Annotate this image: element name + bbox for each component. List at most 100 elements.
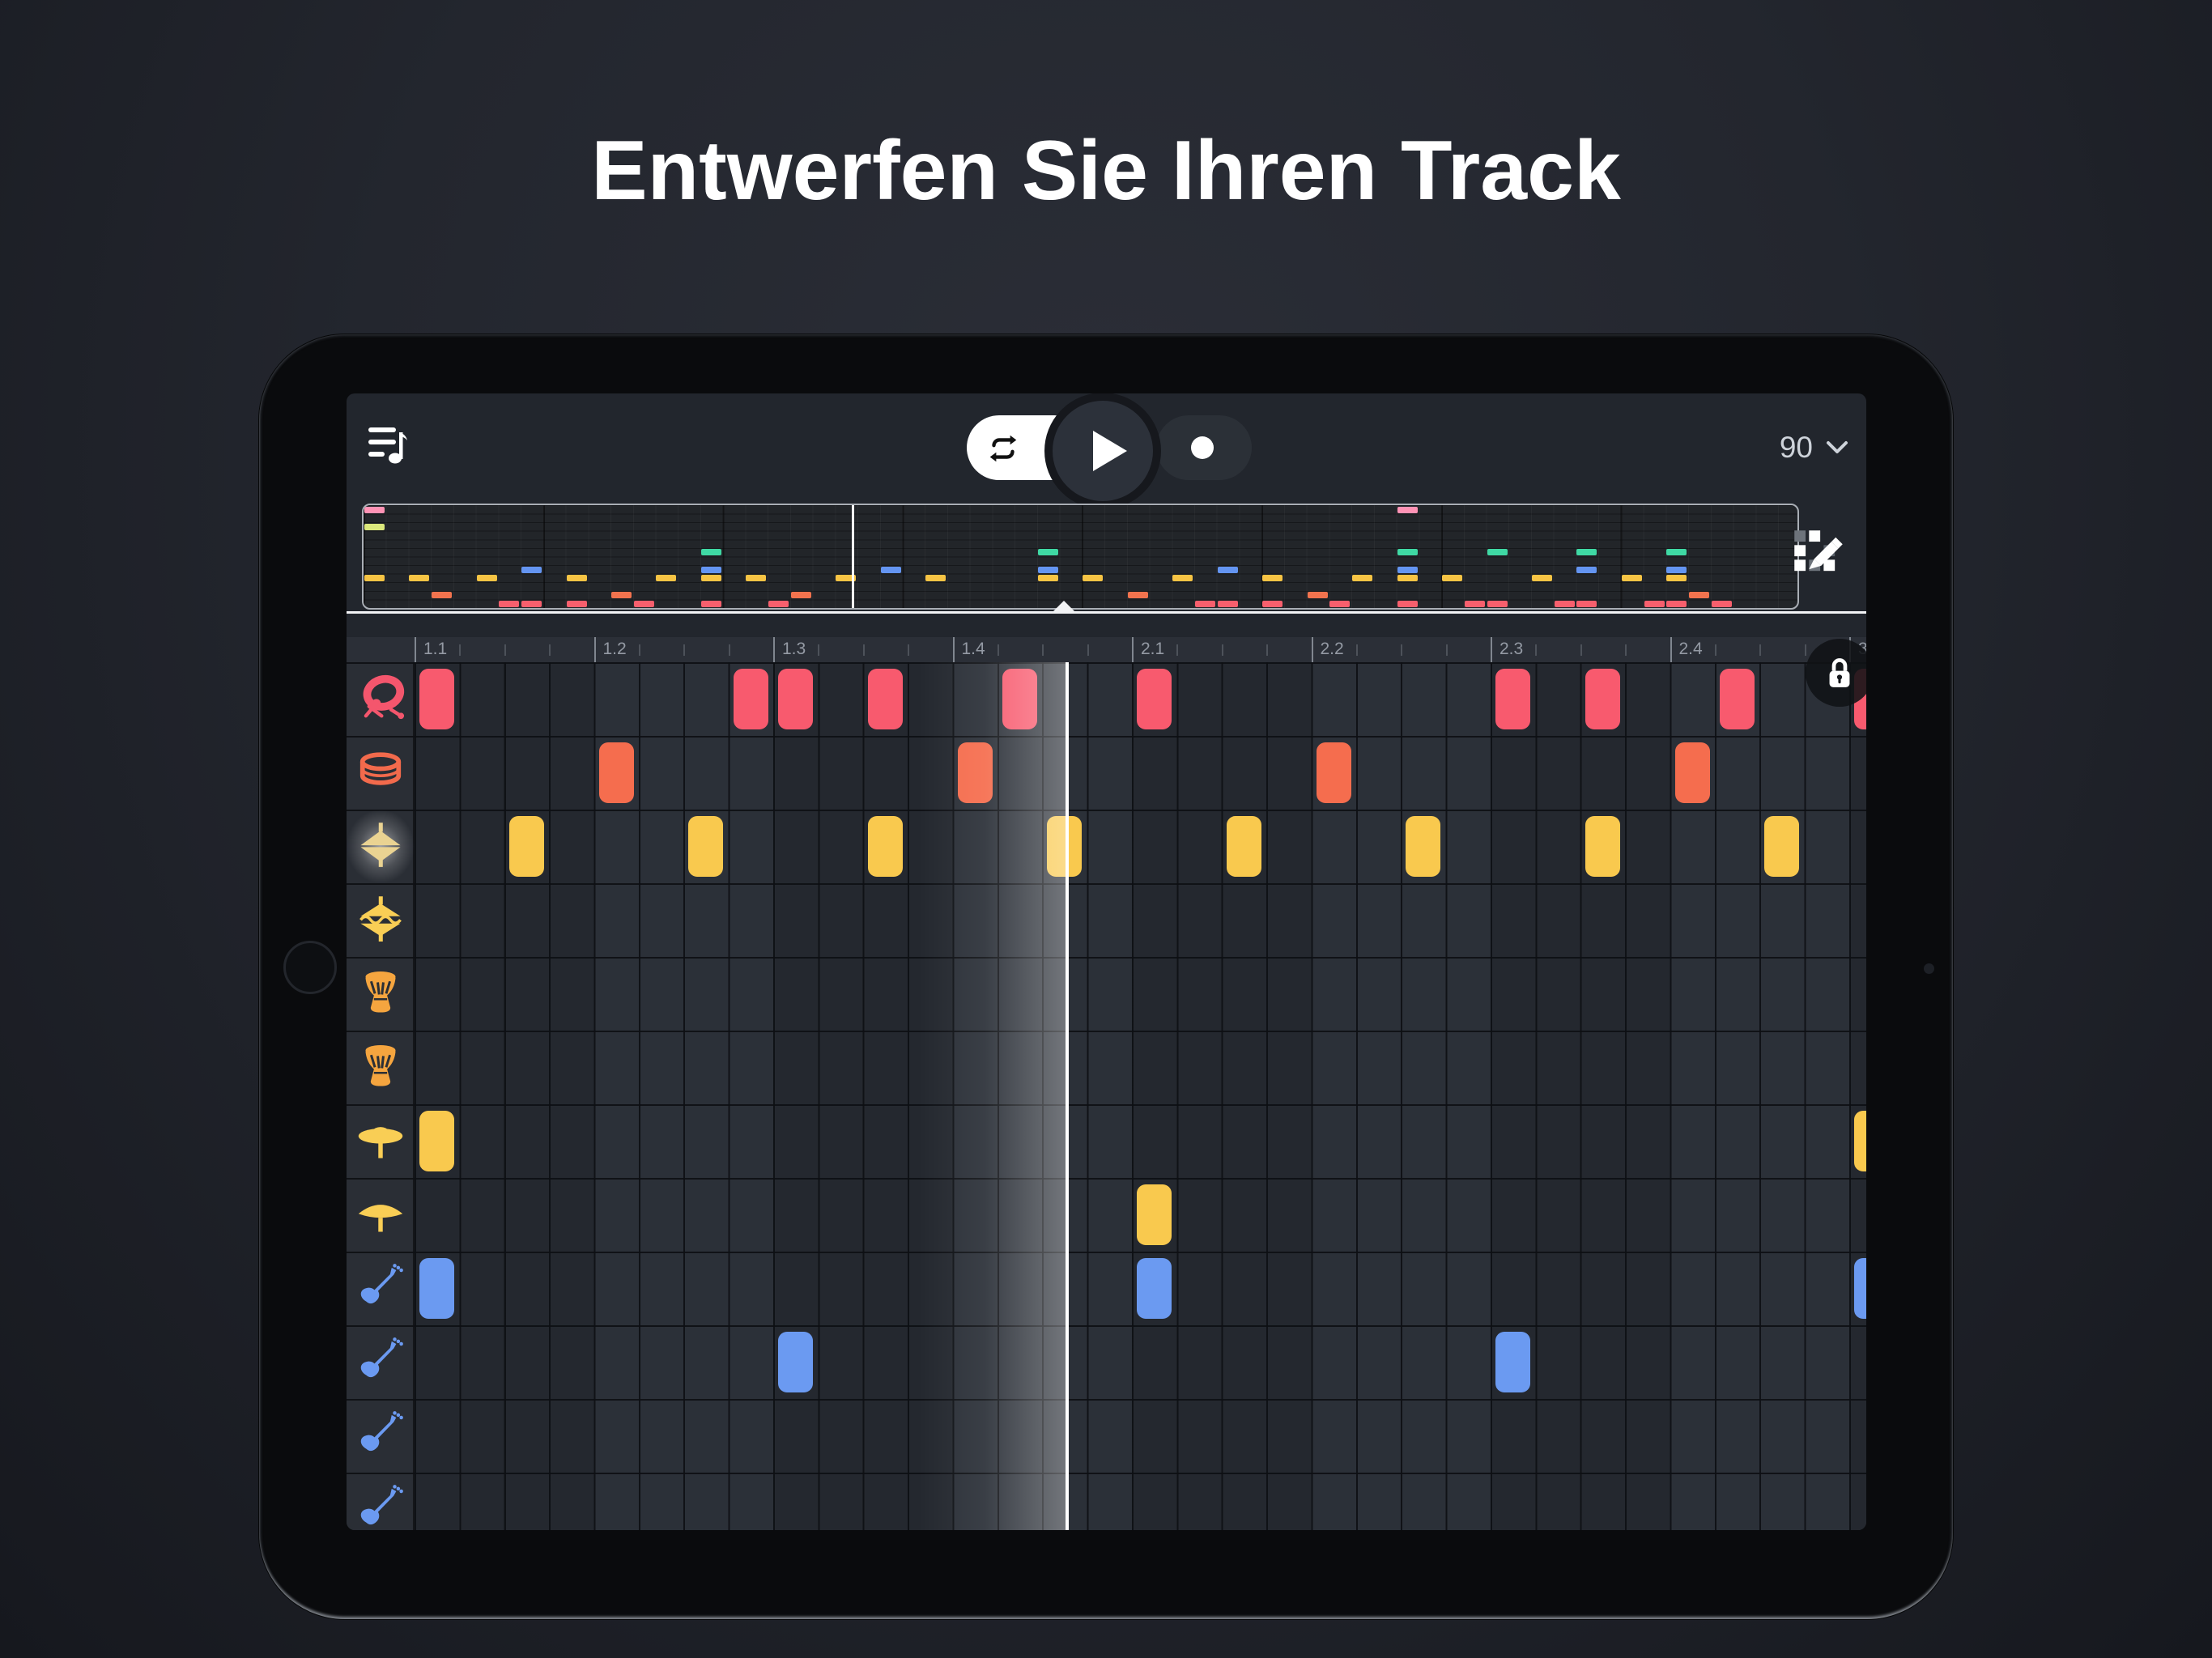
minimap-mark bbox=[1666, 575, 1687, 581]
ruler-tick-major bbox=[1312, 637, 1313, 662]
minimap-mark bbox=[611, 592, 632, 598]
track-icon-bass-1[interactable] bbox=[347, 1252, 415, 1325]
note-hihat-closed-step-11[interactable] bbox=[868, 816, 903, 877]
ruler-tick-minor bbox=[549, 644, 551, 656]
note-bass-1-step-33[interactable] bbox=[1854, 1258, 1866, 1319]
minimap-mark bbox=[1487, 601, 1508, 607]
note-snare-step-13[interactable] bbox=[958, 742, 993, 803]
bass-guitar-icon bbox=[356, 1483, 405, 1530]
step-grid[interactable] bbox=[347, 662, 1866, 1530]
track-icon-snare[interactable] bbox=[347, 736, 415, 810]
minimap-mark bbox=[701, 567, 721, 573]
song-list-button[interactable] bbox=[368, 426, 414, 465]
song-overview-minimap[interactable] bbox=[362, 504, 1799, 610]
ruler-label: 1.4 bbox=[962, 640, 985, 659]
play-icon bbox=[1093, 431, 1127, 471]
ride-cymbal-icon bbox=[356, 1118, 405, 1164]
ruler-tick-major bbox=[953, 637, 955, 662]
track-icon-ride-cymbal[interactable] bbox=[347, 1104, 415, 1178]
ruler-tick-minor bbox=[1805, 644, 1806, 656]
note-bass-2-step-9[interactable] bbox=[778, 1332, 813, 1392]
note-hihat-closed-step-7[interactable] bbox=[688, 816, 723, 877]
ruler-tick-minor bbox=[1222, 644, 1223, 656]
track-icon-kick[interactable] bbox=[347, 662, 415, 736]
track-icon-bass-2[interactable] bbox=[347, 1325, 415, 1399]
minimap-mark bbox=[701, 601, 721, 607]
note-kick-step-30[interactable] bbox=[1720, 669, 1755, 729]
minimap-mark bbox=[1712, 601, 1732, 607]
minimap-mark bbox=[1329, 601, 1350, 607]
lock-button[interactable] bbox=[1806, 639, 1866, 707]
note-kick-step-8[interactable] bbox=[734, 669, 768, 729]
minimap-mark bbox=[432, 592, 452, 598]
ruler-label: 1.3 bbox=[782, 640, 806, 659]
note-hihat-closed-step-19[interactable] bbox=[1227, 816, 1261, 877]
minimap-mark bbox=[1128, 592, 1148, 598]
minimap-mark bbox=[1666, 549, 1687, 555]
minimap-mark bbox=[521, 601, 542, 607]
track-icon-bass-4[interactable] bbox=[347, 1473, 415, 1530]
note-kick-step-27[interactable] bbox=[1585, 669, 1620, 729]
minimap-playhead bbox=[852, 505, 854, 608]
track-icon-hihat-closed[interactable] bbox=[347, 810, 415, 883]
note-bass-1-step-17[interactable] bbox=[1137, 1258, 1172, 1319]
track-icon-hihat-open[interactable] bbox=[347, 883, 415, 957]
ruler-tick-minor bbox=[1356, 644, 1358, 656]
minimap-mark bbox=[701, 549, 721, 555]
minimap-mark bbox=[1576, 601, 1597, 607]
timeline-ruler[interactable]: 1.11.21.31.42.12.22.32.43.1 bbox=[347, 637, 1866, 662]
minimap-mark bbox=[701, 575, 721, 581]
track-icon-crash-cymbal[interactable] bbox=[347, 1178, 415, 1252]
edit-pattern-button[interactable] bbox=[1791, 527, 1846, 582]
note-ride-cymbal-step-33[interactable] bbox=[1854, 1111, 1866, 1171]
note-hihat-closed-step-31[interactable] bbox=[1764, 816, 1799, 877]
home-button[interactable] bbox=[283, 941, 337, 994]
minimap-mark bbox=[768, 601, 789, 607]
ipad-device: 90 bbox=[259, 334, 1953, 1619]
note-snare-step-21[interactable] bbox=[1317, 742, 1351, 803]
note-hihat-closed-step-3[interactable] bbox=[509, 816, 544, 877]
ruler-tick-minor bbox=[1580, 644, 1582, 656]
minimap-mark bbox=[1038, 549, 1058, 555]
note-kick-step-11[interactable] bbox=[868, 669, 903, 729]
ruler-tick-minor bbox=[1715, 644, 1716, 656]
minimap-mark bbox=[791, 592, 811, 598]
tempo-selector[interactable]: 90 bbox=[1780, 393, 1848, 502]
note-kick-step-1[interactable] bbox=[419, 669, 454, 729]
pencil-grid-icon bbox=[1791, 527, 1846, 582]
note-kick-step-25[interactable] bbox=[1495, 669, 1530, 729]
note-bass-1-step-1[interactable] bbox=[419, 1258, 454, 1319]
bass-guitar-icon bbox=[356, 1336, 405, 1388]
note-snare-step-29[interactable] bbox=[1675, 742, 1710, 803]
record-button[interactable] bbox=[1156, 415, 1252, 480]
track-icon-djembe-high[interactable] bbox=[347, 957, 415, 1031]
minimap-mark bbox=[499, 601, 519, 607]
minimap-mark bbox=[634, 601, 654, 607]
timeline-scrubber[interactable] bbox=[347, 611, 1866, 614]
note-hihat-closed-step-23[interactable] bbox=[1406, 816, 1440, 877]
note-kick-step-9[interactable] bbox=[778, 669, 813, 729]
ruler-tick-minor bbox=[1087, 644, 1089, 656]
hihat-open-icon bbox=[357, 895, 404, 946]
minimap-mark bbox=[1576, 567, 1597, 573]
ruler-tick-major bbox=[1670, 637, 1672, 662]
ruler-tick-minor bbox=[1176, 644, 1178, 656]
note-hihat-closed-step-15[interactable] bbox=[1047, 816, 1082, 877]
minimap-mark bbox=[409, 575, 429, 581]
play-button[interactable] bbox=[1044, 393, 1161, 509]
minimap-mark bbox=[1442, 575, 1462, 581]
note-kick-step-14[interactable] bbox=[1002, 669, 1037, 729]
track-icon-bass-3[interactable] bbox=[347, 1399, 415, 1473]
ruler-label: 2.4 bbox=[1679, 640, 1703, 659]
minimap-grid bbox=[364, 505, 1797, 608]
ruler-tick-major bbox=[1132, 637, 1134, 662]
note-bass-2-step-25[interactable] bbox=[1495, 1332, 1530, 1392]
track-icon-djembe-low[interactable] bbox=[347, 1031, 415, 1104]
note-ride-cymbal-step-1[interactable] bbox=[419, 1111, 454, 1171]
note-crash-cymbal-step-17[interactable] bbox=[1137, 1184, 1172, 1245]
ruler-tick-minor bbox=[1266, 644, 1268, 656]
note-kick-step-17[interactable] bbox=[1137, 669, 1172, 729]
note-hihat-closed-step-27[interactable] bbox=[1585, 816, 1620, 877]
minimap-mark bbox=[1465, 601, 1485, 607]
note-snare-step-5[interactable] bbox=[599, 742, 634, 803]
